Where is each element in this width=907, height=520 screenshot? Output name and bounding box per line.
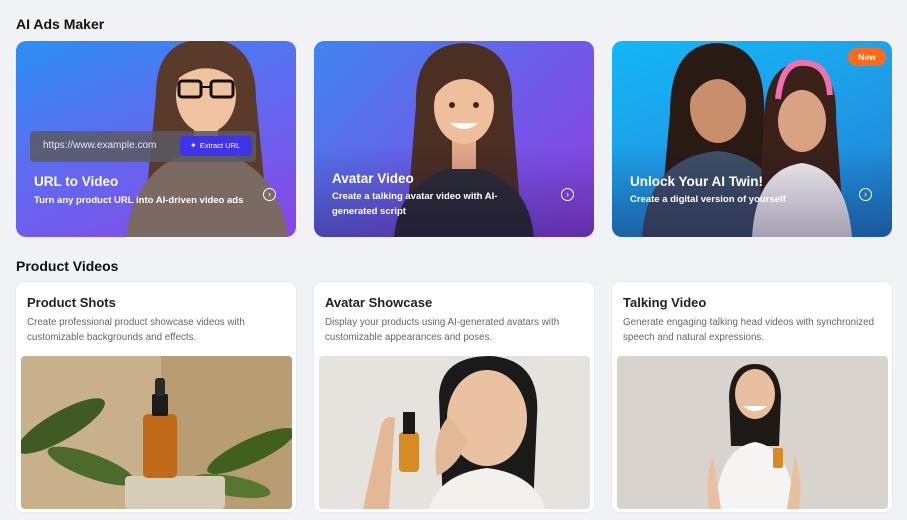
url-input-placeholder: https://www.example.com [43, 140, 157, 151]
avatar-video-card[interactable]: Avatar Video Create a talking avatar vid… [314, 41, 594, 237]
url-input[interactable]: https://www.example.com ✦ Extract URL [30, 131, 256, 162]
card-description: Turn any product URL into AI-driven vide… [34, 195, 244, 206]
product-shots-thumbnail [21, 356, 292, 509]
product-shots-card[interactable]: Product Shots Create professional produc… [16, 282, 296, 512]
arrow-right-icon[interactable]: › [859, 188, 872, 201]
avatar-showcase-thumbnail [319, 356, 590, 509]
talking-video-thumbnail [617, 356, 888, 509]
card-description: Create professional product showcase vid… [27, 317, 245, 343]
talking-video-card[interactable]: Talking Video Generate engaging talking … [612, 282, 892, 512]
card-title: URL to Video [34, 174, 119, 189]
card-description: Display your products using AI-generated… [325, 317, 560, 343]
new-badge: New [848, 48, 886, 66]
card-title: Avatar Showcase [325, 295, 433, 310]
extract-url-button[interactable]: ✦ Extract URL [180, 136, 252, 156]
extract-url-label: Extract URL [199, 141, 241, 150]
url-to-video-card[interactable]: https://www.example.com ✦ Extract URL URL… [16, 41, 296, 237]
ai-twin-card[interactable]: New Unlock Your AI Twin! Create a digita… [612, 41, 892, 237]
card-title: Talking Video [623, 295, 707, 310]
sparkle-icon: ✦ [190, 141, 197, 150]
arrow-right-icon[interactable]: › [263, 188, 276, 201]
card-title: Product Shots [27, 295, 116, 310]
card-title: Unlock Your AI Twin! [630, 174, 764, 189]
section-title-product-videos: Product Videos [16, 258, 119, 274]
card-description: Create a talking avatar video with AI-ge… [332, 191, 498, 217]
section-title-ai-ads-maker: AI Ads Maker [16, 16, 105, 32]
arrow-right-icon[interactable]: › [561, 188, 574, 201]
avatar-showcase-card[interactable]: Avatar Showcase Display your products us… [314, 282, 594, 512]
card-description: Create a digital version of yourself [630, 194, 786, 205]
card-shade [612, 145, 892, 237]
card-title: Avatar Video [332, 171, 414, 186]
card-description: Generate engaging talking head videos wi… [623, 317, 875, 343]
